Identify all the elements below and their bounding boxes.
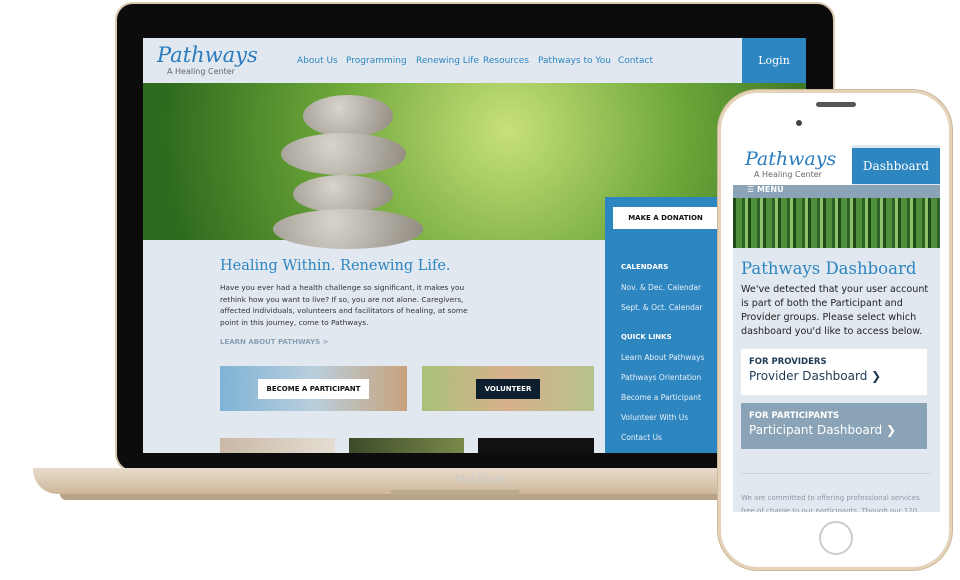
divider — [741, 473, 931, 474]
dashboard-description: We've detected that your user account is… — [741, 284, 929, 337]
volunteer-tile[interactable]: VOLUNTEER — [422, 366, 594, 411]
tile-image-hands — [220, 438, 335, 453]
volunteer-button[interactable]: VOLUNTEER — [475, 378, 541, 399]
donation-button[interactable]: MAKE A DONATION — [613, 207, 718, 229]
learn-about-link[interactable]: LEARN ABOUT PATHWAYS > — [220, 338, 329, 346]
become-participant-button[interactable]: BECOME A PARTICIPANT — [257, 378, 370, 399]
footer-text: We are committed to offering professiona… — [741, 494, 920, 512]
nav-about-us[interactable]: About Us — [297, 56, 338, 66]
logo-subtitle: A Healing Center — [167, 67, 235, 76]
calendar-link[interactable]: Sept. & Oct. Calendar — [621, 303, 703, 312]
participant-dashboard-card[interactable]: FOR PARTICIPANTS Participant Dashboard ❯ — [741, 403, 927, 449]
calendars-heading: CALENDARS — [621, 263, 669, 271]
dashboard-button[interactable]: Dashboard — [852, 148, 940, 184]
laptop-screen: Pathways A Healing Center About Us Progr… — [143, 38, 806, 453]
logo-subtitle: A Healing Center — [754, 170, 822, 179]
dashboard-title: Pathways Dashboard — [741, 259, 917, 278]
login-button[interactable]: Login — [742, 38, 806, 83]
quick-link[interactable]: Contact Us — [621, 433, 662, 442]
participant-tile[interactable]: BECOME A PARTICIPANT — [220, 366, 407, 411]
phone-logo[interactable]: Pathways A Healing Center — [733, 145, 852, 185]
logo-text: Pathways — [745, 148, 837, 170]
quick-link[interactable]: Volunteer With Us — [621, 413, 688, 422]
nav-resources[interactable]: Resources — [483, 56, 529, 66]
calendar-link[interactable]: Nov. & Dec. Calendar — [621, 283, 701, 292]
card-kicker: FOR PROVIDERS — [749, 357, 827, 367]
quick-link[interactable]: Pathways Orientation — [621, 373, 701, 382]
phone-screen: Pathways A Healing Center Dashboard ☰ ME… — [733, 145, 940, 512]
home-button[interactable] — [819, 521, 853, 555]
nav-programming[interactable]: Programming — [346, 56, 407, 66]
tile-image-dark — [478, 438, 594, 453]
intro-text: Have you ever had a health challenge so … — [220, 283, 468, 327]
quick-links-heading: QUICK LINKS — [621, 333, 672, 341]
laptop-notch — [390, 490, 520, 495]
quick-link[interactable]: Become a Participant — [621, 393, 701, 402]
phone-speaker — [816, 102, 856, 107]
provider-dashboard-card[interactable]: FOR PROVIDERS Provider Dashboard ❯ — [741, 349, 927, 395]
logo-text: Pathways — [157, 43, 258, 67]
nav-pathways-to-you[interactable]: Pathways to You — [538, 56, 611, 66]
nav-renewing-life[interactable]: Renewing Life — [416, 56, 479, 66]
sidebar: MAKE A DONATION CALENDARS Nov. & Dec. Ca… — [605, 197, 720, 453]
phone-camera — [796, 120, 802, 126]
quick-link[interactable]: Learn About Pathways — [621, 353, 704, 362]
forest-banner-image — [733, 198, 940, 248]
menu-toggle[interactable]: ☰ MENU — [733, 185, 940, 198]
site-logo[interactable]: Pathways A Healing Center — [157, 43, 258, 76]
card-kicker: FOR PARTICIPANTS — [749, 411, 840, 421]
tile-image-forest — [349, 438, 464, 453]
participant-dashboard-link[interactable]: Participant Dashboard ❯ — [749, 423, 919, 437]
headline: Healing Within. Renewing Life. — [220, 258, 451, 274]
provider-dashboard-link[interactable]: Provider Dashboard ❯ — [749, 369, 919, 383]
nav-contact[interactable]: Contact — [618, 56, 653, 66]
